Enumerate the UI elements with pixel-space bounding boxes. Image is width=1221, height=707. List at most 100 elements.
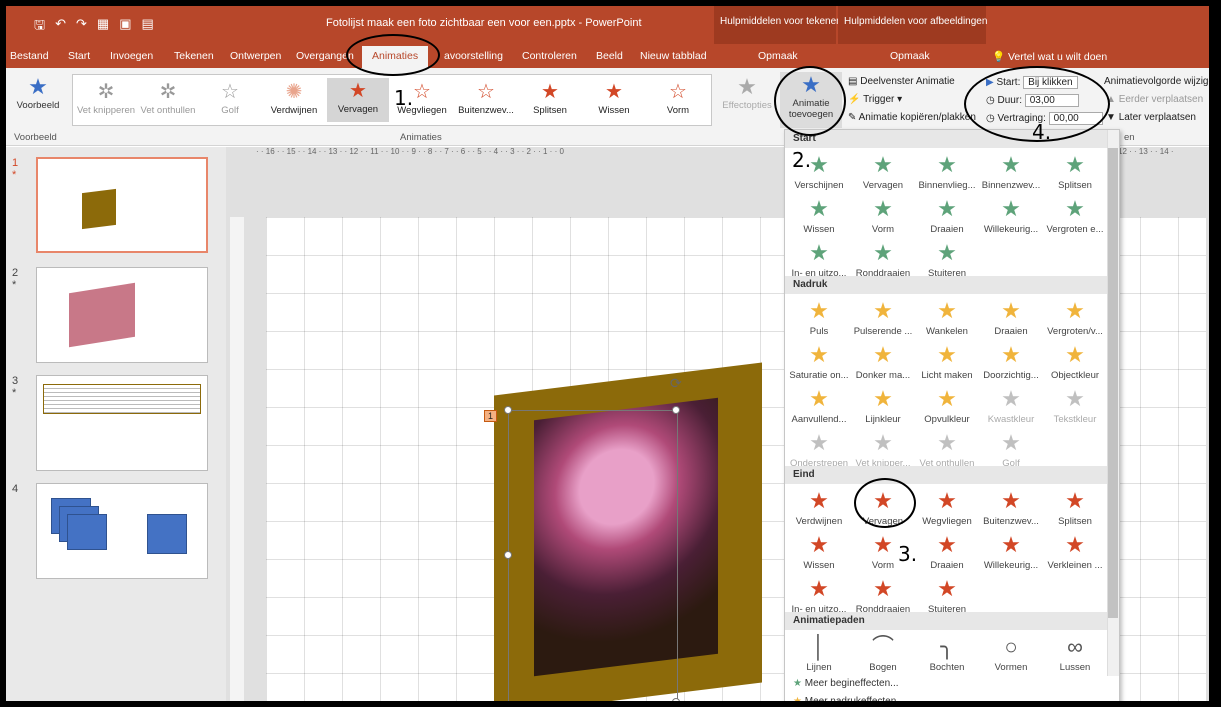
effect-item[interactable]: ★ Pulserende ... (851, 296, 915, 337)
effect-options-button[interactable]: ★ Effectopties (718, 74, 776, 111)
rotate-icon[interactable]: ⟳ (670, 375, 682, 392)
slide-thumbnail-3[interactable] (36, 375, 208, 471)
effect-item[interactable]: ★ Doorzichtig... (979, 340, 1043, 381)
tab-invoegen[interactable]: Invoegen (110, 50, 153, 62)
gallery-item[interactable]: ✺ Verdwijnen (263, 79, 325, 116)
undo-icon[interactable]: ↶ (55, 16, 66, 38)
effect-item[interactable]: ★ Vet knipper... (851, 428, 915, 469)
tab-opmaak-tekenen[interactable]: Opmaak (758, 50, 798, 62)
section-exit: Eind (785, 466, 1107, 484)
effect-label: Verdwijnen (795, 516, 843, 527)
open-icon[interactable]: ▤ (141, 16, 153, 38)
gallery-item[interactable]: ☆ Buitenzwev... (455, 79, 517, 116)
gallery-item[interactable]: ★ Splitsen (519, 79, 581, 116)
effect-item[interactable]: ★ Stuiteren (915, 238, 979, 279)
effect-item[interactable]: ★ Willekeurig... (979, 194, 1043, 235)
effect-item[interactable]: ★ Golf (979, 428, 1043, 469)
effect-item[interactable]: ★ Onderstrepen (787, 428, 851, 469)
slide-thumbnail-2[interactable] (36, 267, 208, 363)
effect-item[interactable]: ★ Draaien (915, 194, 979, 235)
effect-item[interactable]: ★ Puls (787, 296, 851, 337)
preview-button[interactable]: ★ Voorbeeld (10, 74, 66, 111)
move-later-button[interactable]: ▼ Later verplaatsen (1106, 112, 1196, 123)
effect-item[interactable]: ★ In- en uitzo... (787, 574, 851, 615)
trigger-button[interactable]: ⚡ Trigger ▾ (848, 94, 902, 105)
star-effect-icon: ★ (873, 240, 893, 265)
effect-item[interactable]: ★ Lijnkleur (851, 384, 915, 425)
effect-item[interactable]: ★ Vet onthullen (915, 428, 979, 469)
motion-path-item[interactable]: ⌒ Bogen (851, 632, 915, 673)
gallery-item[interactable]: ☆ Vorm (647, 79, 709, 116)
tab-controleren[interactable]: Controleren (522, 50, 577, 62)
effect-item[interactable]: ★ Tekstkleur (1043, 384, 1107, 425)
effect-item[interactable]: ★ Ronddraaien (851, 574, 915, 615)
resize-handle[interactable] (504, 406, 512, 414)
effect-item[interactable]: ★ Vorm (851, 194, 915, 235)
gallery-item[interactable]: ★ Wissen (583, 79, 645, 116)
animation-pane-button[interactable]: ▤ Deelvenster Animatie (848, 76, 955, 87)
effect-item[interactable]: ★ Stuiteren (915, 574, 979, 615)
effect-item[interactable]: ★ Licht maken (915, 340, 979, 381)
animation-painter-button[interactable]: ✎ Animatie kopiëren/plakken (848, 112, 976, 123)
effect-item[interactable]: ★ Aanvullend... (787, 384, 851, 425)
scroll-thumb[interactable] (1108, 148, 1118, 618)
effect-item[interactable]: ★ Objectkleur (1043, 340, 1107, 381)
effect-item[interactable]: ★ Wegvliegen (915, 486, 979, 527)
effect-item[interactable]: ★ Buitenzwev... (979, 486, 1043, 527)
effect-item[interactable]: ★ Draaien (979, 296, 1043, 337)
motion-path-item[interactable]: ○ Vormen (979, 632, 1043, 673)
dropdown-scrollbar[interactable] (1107, 130, 1119, 676)
more-start-effects[interactable]: ★ Meer begineffecten... (785, 678, 1105, 689)
effect-item[interactable]: ★ Draaien (915, 530, 979, 571)
redo-icon[interactable]: ↷ (76, 16, 87, 38)
tab-ontwerpen[interactable]: Ontwerpen (230, 50, 281, 62)
effect-item[interactable]: ★ Verkleinen ... (1043, 530, 1107, 571)
star-icon: ☆ (669, 81, 687, 103)
tab-start[interactable]: Start (68, 50, 90, 62)
effect-item[interactable]: ★ Binnenvlieg... (915, 150, 979, 191)
slide-thumbnail-4[interactable] (36, 483, 208, 579)
slide-thumbnail-1[interactable] (36, 157, 208, 253)
effect-item[interactable]: ★ Donker ma... (851, 340, 915, 381)
effect-label: Pulserende ... (853, 326, 913, 337)
gallery-item[interactable]: ☆ Golf (199, 79, 261, 116)
format-painter-icon[interactable]: ▦ (97, 16, 109, 38)
tab-tekenen[interactable]: Tekenen (174, 50, 214, 62)
effect-item[interactable]: ★ Splitsen (1043, 486, 1107, 527)
effect-item[interactable]: ★ Vervagen (851, 150, 915, 191)
tab-nieuw-tabblad[interactable]: Nieuw tabblad (640, 50, 707, 62)
resize-handle[interactable] (672, 406, 680, 414)
effect-item[interactable]: ★ Verdwijnen (787, 486, 851, 527)
effect-item[interactable]: ★ Wissen (787, 530, 851, 571)
effect-item[interactable]: ★ Binnenzwev... (979, 150, 1043, 191)
more-emphasis-effects[interactable]: ★ Meer nadrukeffecten... (785, 696, 1105, 701)
presentation-icon[interactable]: ▣ (119, 16, 131, 38)
effect-item[interactable]: ★ Saturatie on... (787, 340, 851, 381)
tab-diavoorstelling[interactable]: avoorstelling (444, 50, 503, 62)
resize-handle[interactable] (504, 551, 512, 559)
motion-path-item[interactable]: ∞ Lussen (1043, 632, 1107, 673)
effect-item[interactable]: ★ In- en uitzo... (787, 238, 851, 279)
save-icon[interactable]: 🖫 (34, 16, 45, 38)
effect-item[interactable]: ★ Willekeurig... (979, 530, 1043, 571)
effect-item[interactable]: ★ Opvulkleur (915, 384, 979, 425)
effect-item[interactable]: ★ Ronddraaien (851, 238, 915, 279)
motion-path-item[interactable]: ╮ Bochten (915, 632, 979, 673)
tab-beeld[interactable]: Beeld (596, 50, 623, 62)
animation-order-tag[interactable]: 1 (484, 410, 498, 422)
gallery-item-selected[interactable]: ★ Vervagen (327, 78, 389, 122)
resize-handle[interactable] (672, 698, 680, 701)
effect-item[interactable]: ★ Vergroten e... (1043, 194, 1107, 235)
gallery-item[interactable]: ✲ Vet knipperen (75, 79, 137, 116)
tab-bestand[interactable]: Bestand (10, 50, 49, 62)
tab-opmaak-afbeelding[interactable]: Opmaak (890, 50, 930, 62)
effect-item[interactable]: ★ Splitsen (1043, 150, 1107, 191)
effect-item[interactable]: ★ Wissen (787, 194, 851, 235)
move-earlier-button[interactable]: ▲ Eerder verplaatsen (1106, 94, 1203, 105)
gallery-item[interactable]: ✲ Vet onthullen (137, 79, 199, 116)
effect-item[interactable]: ★ Kwastkleur (979, 384, 1043, 425)
effect-item[interactable]: ★ Wankelen (915, 296, 979, 337)
tell-me-search[interactable]: 💡 Vertel wat u wilt doen (992, 50, 1107, 63)
effect-item[interactable]: ★ Vergroten/v... (1043, 296, 1107, 337)
motion-path-item[interactable]: │ Lijnen (787, 632, 851, 673)
